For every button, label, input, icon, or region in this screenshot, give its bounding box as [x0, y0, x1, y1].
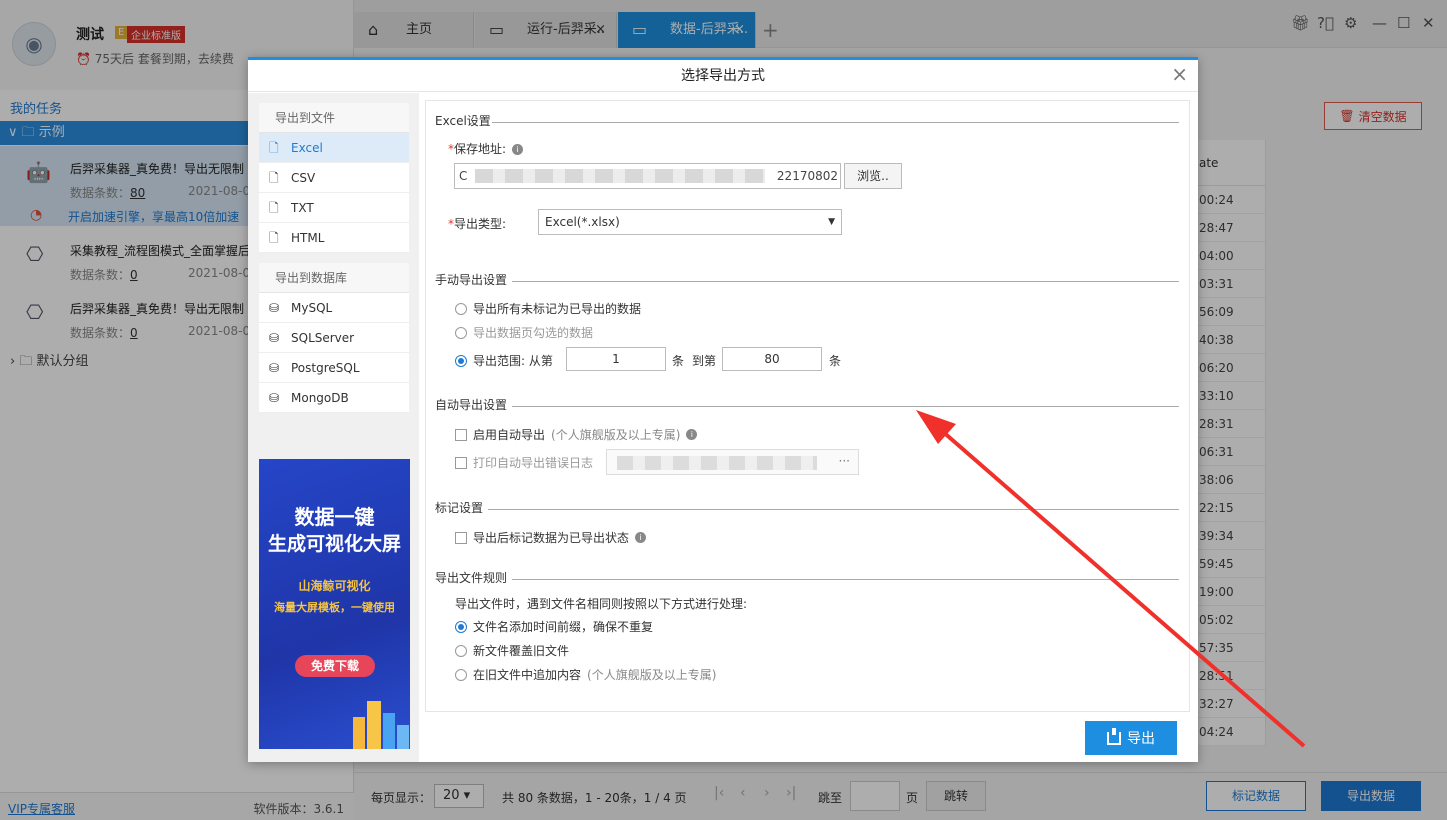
- save-path-label: *保存地址: i: [448, 140, 524, 157]
- checkbox-mark-exported[interactable]: 导出后标记数据为已导出状态 i: [455, 529, 647, 546]
- radio-export-checked[interactable]: 导出数据页勾选的数据: [455, 324, 593, 341]
- section-mark: 标记设置: [435, 501, 484, 515]
- radio-export-unmarked[interactable]: 导出所有未标记为已导出的数据: [455, 300, 641, 317]
- file-icon: 🗋: [269, 201, 279, 215]
- file-group-title: 导出到文件: [259, 103, 409, 133]
- export-button-label: 导出: [1127, 731, 1155, 747]
- section-divider: [512, 406, 1179, 407]
- radio-add-prefix[interactable]: 文件名添加时间前缀，确保不重复: [455, 618, 653, 635]
- export-settings-panel: Excel设置 *保存地址: i C 22170802 浏览.. *导出类型: E…: [425, 100, 1190, 712]
- radio-export-range[interactable]: 导出范围: 从第: [455, 352, 553, 369]
- rule-description: 导出文件时，遇到文件名相同则按照以下方式进行处理:: [455, 597, 748, 611]
- sidebar-item-excel[interactable]: 🗋 Excel: [259, 133, 409, 163]
- file-icon: 🗋: [269, 141, 279, 155]
- file-icon: 🗋: [269, 171, 279, 185]
- info-icon[interactable]: i: [512, 144, 524, 155]
- radio-append[interactable]: 在旧文件中追加内容 (个人旗舰版及以上专属): [455, 666, 716, 683]
- sidebar-item-mongodb[interactable]: ⛁ MongoDB: [259, 383, 409, 413]
- export-dialog: 选择导出方式 × 导出到文件 🗋 Excel 🗋 CSV 🗋 TXT 🗋 HTML 导出…: [248, 57, 1198, 762]
- ad-line2: 生成可视化大屏: [267, 533, 401, 555]
- range-to-input[interactable]: 80: [722, 347, 822, 371]
- sidebar-item-mysql[interactable]: ⛁ MySQL: [259, 293, 409, 323]
- browse-button[interactable]: 浏览..: [844, 163, 902, 189]
- sidebar-item-postgresql[interactable]: ⛁ PostgreSQL: [259, 353, 409, 383]
- file-icon: 🗋: [269, 231, 279, 245]
- dialog-title: 选择导出方式: [248, 60, 1198, 92]
- log-path-input[interactable]: ···: [606, 449, 859, 475]
- sidebar-item-html[interactable]: 🗋 HTML: [259, 223, 409, 253]
- section-auto: 自动导出设置: [435, 398, 508, 412]
- database-icon: ⛁: [269, 391, 280, 405]
- ad-line1: 数据一键: [294, 505, 375, 529]
- sidebar-item-sqlserver[interactable]: ⛁ SQLServer: [259, 323, 409, 353]
- section-divider: [488, 509, 1179, 510]
- save-path-input[interactable]: C 22170802: [454, 163, 841, 189]
- section-rules: 导出文件规则: [435, 571, 508, 585]
- bar-blocks-icon: [353, 701, 409, 749]
- database-icon: ⛁: [269, 301, 280, 315]
- database-icon: ⛁: [269, 361, 280, 375]
- db-export-group: 导出到数据库 ⛁ MySQL ⛁ SQLServer ⛁ PostgreSQL ⛁ Mo…: [259, 263, 409, 413]
- redacted-path: [475, 169, 765, 183]
- sidebar-item-txt[interactable]: 🗋 TXT: [259, 193, 409, 223]
- section-divider: [492, 122, 1179, 123]
- export-target-sidebar: 导出到文件 🗋 Excel 🗋 CSV 🗋 TXT 🗋 HTML 导出到数据库 ⛁ MyS…: [248, 93, 419, 762]
- sidebar-item-csv[interactable]: 🗋 CSV: [259, 163, 409, 193]
- more-icon[interactable]: ···: [839, 454, 850, 468]
- close-icon[interactable]: ×: [1171, 62, 1188, 86]
- checkbox-error-log[interactable]: 打印自动导出错误日志: [455, 454, 593, 471]
- section-divider: [512, 579, 1179, 580]
- ad-line3: 山海鲸可视化: [298, 579, 371, 593]
- db-group-title: 导出到数据库: [259, 263, 409, 293]
- checkbox-auto-export[interactable]: 启用自动导出 (个人旗舰版及以上专属) i: [455, 426, 698, 443]
- caret-down-icon: ▼: [828, 217, 835, 227]
- file-export-group: 导出到文件 🗋 Excel 🗋 CSV 🗋 TXT 🗋 HTML: [259, 103, 409, 253]
- redacted-path: [617, 456, 817, 470]
- range-from-input[interactable]: 1: [566, 347, 666, 371]
- export-type-select[interactable]: Excel(*.xlsx) ▼: [538, 209, 842, 235]
- section-divider: [512, 281, 1179, 282]
- download-icon: [1107, 727, 1121, 745]
- ad-download-button[interactable]: 免费下载: [295, 655, 375, 677]
- unit-label: 条: [672, 354, 685, 368]
- ad-banner[interactable]: 数据一键 生成可视化大屏 山海鲸可视化 海量大屏模板，一键使用 免费下载: [259, 459, 410, 749]
- export-type-label: *导出类型:: [448, 217, 507, 231]
- section-manual: 手动导出设置: [435, 273, 508, 287]
- to-label: 到第: [692, 354, 717, 368]
- unit-label: 条: [829, 354, 842, 368]
- export-button[interactable]: 导出: [1085, 721, 1177, 755]
- info-icon[interactable]: i: [635, 532, 647, 543]
- database-icon: ⛁: [269, 331, 280, 345]
- info-icon[interactable]: i: [686, 429, 698, 440]
- ad-line4: 海量大屏模板，一键使用: [274, 601, 395, 614]
- section-excel: Excel设置: [435, 114, 491, 128]
- radio-overwrite[interactable]: 新文件覆盖旧文件: [455, 642, 569, 659]
